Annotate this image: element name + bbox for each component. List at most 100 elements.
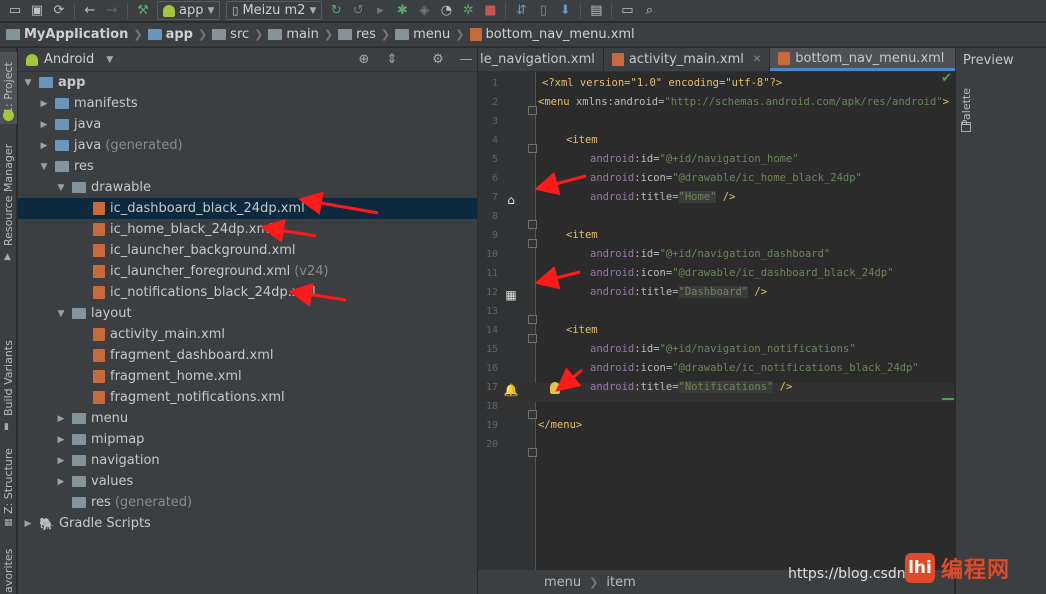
collapsed-arrow-icon[interactable]: ▶ [55,435,67,445]
tree-row-ic-launcher-foreground[interactable]: ic_launcher_foreground.xml (v24) [18,261,477,282]
avd-manager-icon[interactable]: ▯ [532,1,554,21]
fold-marker-icon[interactable] [528,239,537,248]
editor-breadcrumb-item[interactable]: item [606,575,635,590]
fold-marker-icon[interactable] [528,220,537,229]
preview-tab[interactable]: Preview [956,48,1046,72]
collapse-all-icon[interactable]: ⇕ [381,52,403,67]
fold-marker-icon[interactable] [528,334,537,343]
chevron-down-icon[interactable]: ▼ [106,55,113,65]
watermark-logo: lhi 编程网 [905,552,1010,584]
tree-row-fragment-dashboard[interactable]: fragment_dashboard.xml [18,345,477,366]
locate-file-icon[interactable]: ⊕ [353,52,375,67]
tree-row-res[interactable]: ▼ res [18,156,477,177]
code-area[interactable]: 1 2 3 4 5 6 7 8 9 10 11 12 13 14 15 16 1… [478,72,954,570]
fold-marker-icon[interactable] [528,410,537,419]
breadcrumb-separator: ❯ [323,28,334,41]
tree-row-java[interactable]: ▶ java [18,114,477,135]
fold-marker-icon[interactable] [528,144,537,153]
collapsed-arrow-icon[interactable]: ▶ [38,99,50,109]
collapsed-arrow-icon[interactable]: ▶ [38,120,50,130]
run-icon[interactable]: ▸ [369,1,391,21]
breadcrumb-item-app[interactable]: app [147,27,193,42]
hide-panel-icon[interactable]: — [455,52,477,67]
editor-breadcrumb-item[interactable]: menu [544,575,581,590]
breadcrumb-item-res[interactable]: res [338,27,376,42]
breadcrumb-item-src[interactable]: src [212,27,249,42]
run-coverage-icon[interactable]: ◈ [413,1,435,21]
sdk-manager-icon[interactable]: ⬇ [554,1,576,21]
android-icon [3,110,14,121]
view-mode-select[interactable]: Android [44,52,94,67]
breadcrumb-item-menu[interactable]: menu [395,27,450,42]
apply-code-changes-icon[interactable]: ↺ [347,1,369,21]
save-icon[interactable]: ▣ [26,1,48,21]
tree-row-mipmap[interactable]: ▶ mipmap [18,429,477,450]
expanded-arrow-icon[interactable]: ▼ [55,309,67,319]
debug-icon[interactable]: ✱ [391,1,413,21]
tab-resource-manager[interactable]: Resource Manager [0,140,17,250]
back-icon[interactable]: ← [79,1,101,21]
tree-row-values[interactable]: ▶ values [18,471,477,492]
breadcrumb-item-project[interactable]: MyApplication [6,27,128,42]
fold-marker-icon[interactable] [528,448,537,457]
sync-gradle-icon[interactable]: ⇵ [510,1,532,21]
attach-debugger-icon[interactable]: ✲ [457,1,479,21]
collapsed-arrow-icon[interactable]: ▶ [55,456,67,466]
apply-changes-icon[interactable]: ↻ [325,1,347,21]
tree-row-layout[interactable]: ▼ layout [18,303,477,324]
item-tag-open: <item [566,229,598,241]
tree-row-menu[interactable]: ▶ menu [18,408,477,429]
search-icon[interactable]: ⌕ [638,1,660,21]
expanded-arrow-icon[interactable]: ▼ [55,183,67,193]
tree-row-ic-launcher-background[interactable]: ic_launcher_background.xml [18,240,477,261]
tab-activity-main[interactable]: activity_main.xml ✕ [604,48,771,71]
xmlns-value: "http://schemas.android.com/apk/res/andr… [664,96,943,108]
build-hammer-icon[interactable]: ⚒ [132,1,154,21]
project-structure-icon[interactable]: ▤ [585,1,607,21]
project-tree: ▼ app ▶ manifests ▶ java ▶ java (generat… [18,72,477,534]
collapsed-arrow-icon[interactable]: ▶ [55,477,67,487]
collapsed-arrow-icon[interactable]: ▶ [22,519,34,529]
intention-bulb-icon[interactable] [550,382,560,394]
profile-icon[interactable]: ◔ [435,1,457,21]
tree-row-fragment-notifications[interactable]: fragment_notifications.xml [18,387,477,408]
sync-icon[interactable]: ⟳ [48,1,70,21]
collapsed-arrow-icon[interactable]: ▶ [55,414,67,424]
tree-row-ic-home[interactable]: ic_home_black_24dp.xml [18,219,477,240]
device-select[interactable]: ▯ Meizu m2 ▼ [226,1,323,20]
tree-row-gradle-scripts[interactable]: ▶ 🐘 Gradle Scripts [18,513,477,534]
inspection-ok-icon[interactable]: ✔ [941,71,952,86]
tree-label: res [91,495,111,510]
breadcrumb-item-file[interactable]: bottom_nav_menu.xml [469,27,635,42]
tree-row-java-generated[interactable]: ▶ java (generated) [18,135,477,156]
tab-favorites[interactable]: avorites [0,548,17,594]
expanded-arrow-icon[interactable]: ▼ [38,162,50,172]
tree-row-manifests[interactable]: ▶ manifests [18,93,477,114]
open-folder-icon[interactable]: ▭ [4,1,26,21]
tab-bottom-navigation[interactable]: le_navigation.xml [478,48,604,71]
tab-structure[interactable]: Z: Structure [0,448,17,514]
tree-row-drawable[interactable]: ▼ drawable [18,177,477,198]
expanded-arrow-icon[interactable]: ▼ [22,78,34,88]
fold-marker-icon[interactable] [528,315,537,324]
forward-icon[interactable]: → [101,1,123,21]
tab-bottom-nav-menu[interactable]: bottom_nav_menu.xml ✕ [770,48,971,71]
gear-icon[interactable]: ⚙ [427,52,449,67]
breadcrumb-item-main[interactable]: main [268,27,319,42]
collapsed-arrow-icon[interactable]: ▶ [38,141,50,151]
terminal-icon[interactable]: ▭ [616,1,638,21]
run-config-select[interactable]: app ▼ [157,1,221,20]
fold-marker-icon[interactable] [528,106,537,115]
tree-row-app[interactable]: ▼ app [18,72,477,93]
tab-build-variants[interactable]: Build Variants [0,338,17,418]
tree-row-fragment-home[interactable]: fragment_home.xml [18,366,477,387]
palette-tab[interactable]: Palette [960,88,973,126]
tree-row-activity-main[interactable]: activity_main.xml [18,324,477,345]
stop-icon[interactable]: ■ [479,1,501,21]
tree-row-ic-notifications[interactable]: ic_notifications_black_24dp.xml [18,282,477,303]
tree-row-ic-dashboard[interactable]: ic_dashboard_black_24dp.xml [18,198,477,219]
tree-row-res-generated[interactable]: res (generated) [18,492,477,513]
close-icon[interactable]: ✕ [753,54,761,65]
tree-row-navigation[interactable]: ▶ navigation [18,450,477,471]
xml-file-icon [93,328,105,341]
